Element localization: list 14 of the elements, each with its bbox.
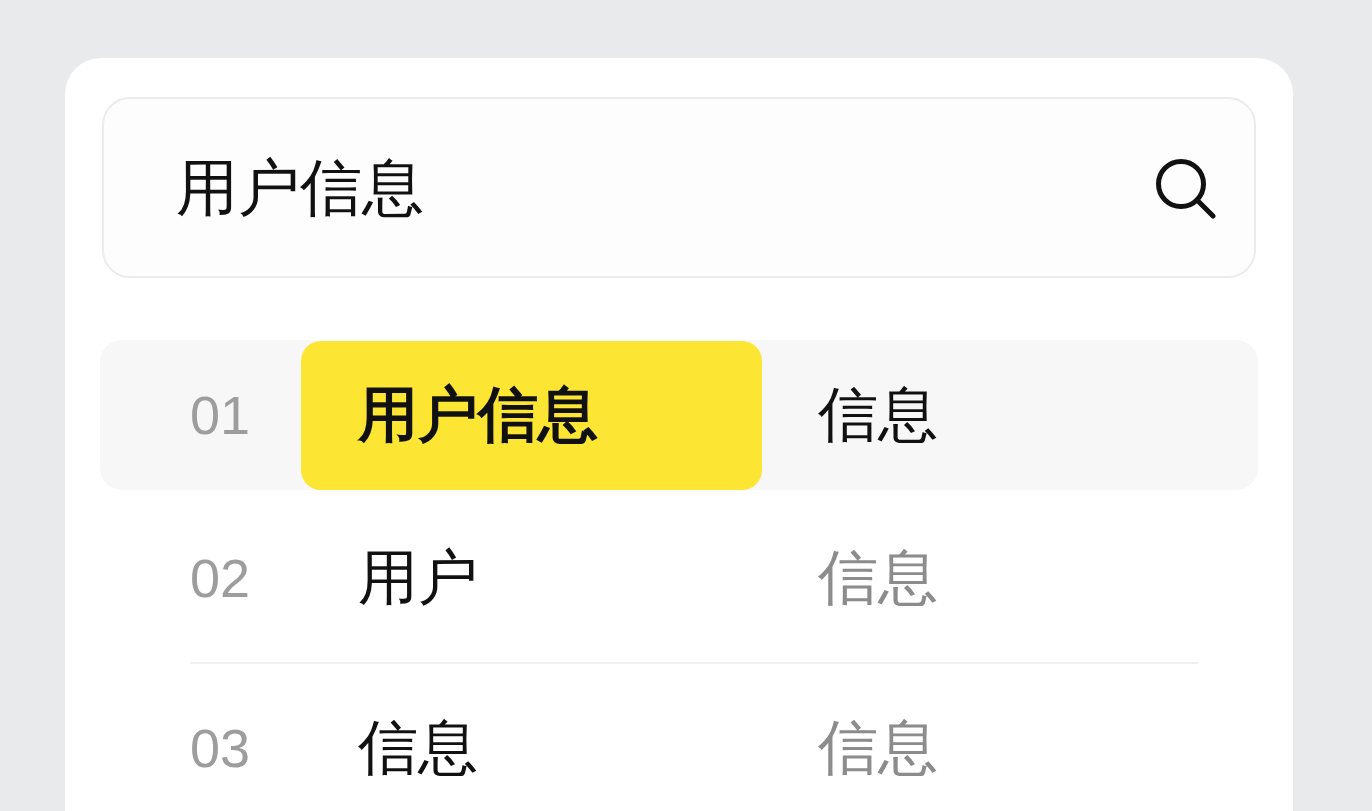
result-subtitle: 信息 [818,385,938,445]
result-row[interactable]: 03 信息 信息 [100,673,1258,811]
search-icon[interactable] [1154,157,1216,219]
result-number: 02 [190,548,252,608]
search-field[interactable]: 用户信息 [102,97,1256,278]
result-row[interactable]: 02 用户 信息 [100,503,1258,653]
result-title: 用户 [358,548,478,608]
result-number: 03 [190,718,252,778]
result-number: 01 [190,385,252,445]
result-row[interactable]: 01 用户信息 信息 [100,340,1258,490]
result-title: 信息 [358,718,478,778]
result-subtitle: 信息 [818,718,938,778]
highlighted-result-title: 用户信息 [301,340,762,490]
result-subtitle: 信息 [818,548,938,608]
